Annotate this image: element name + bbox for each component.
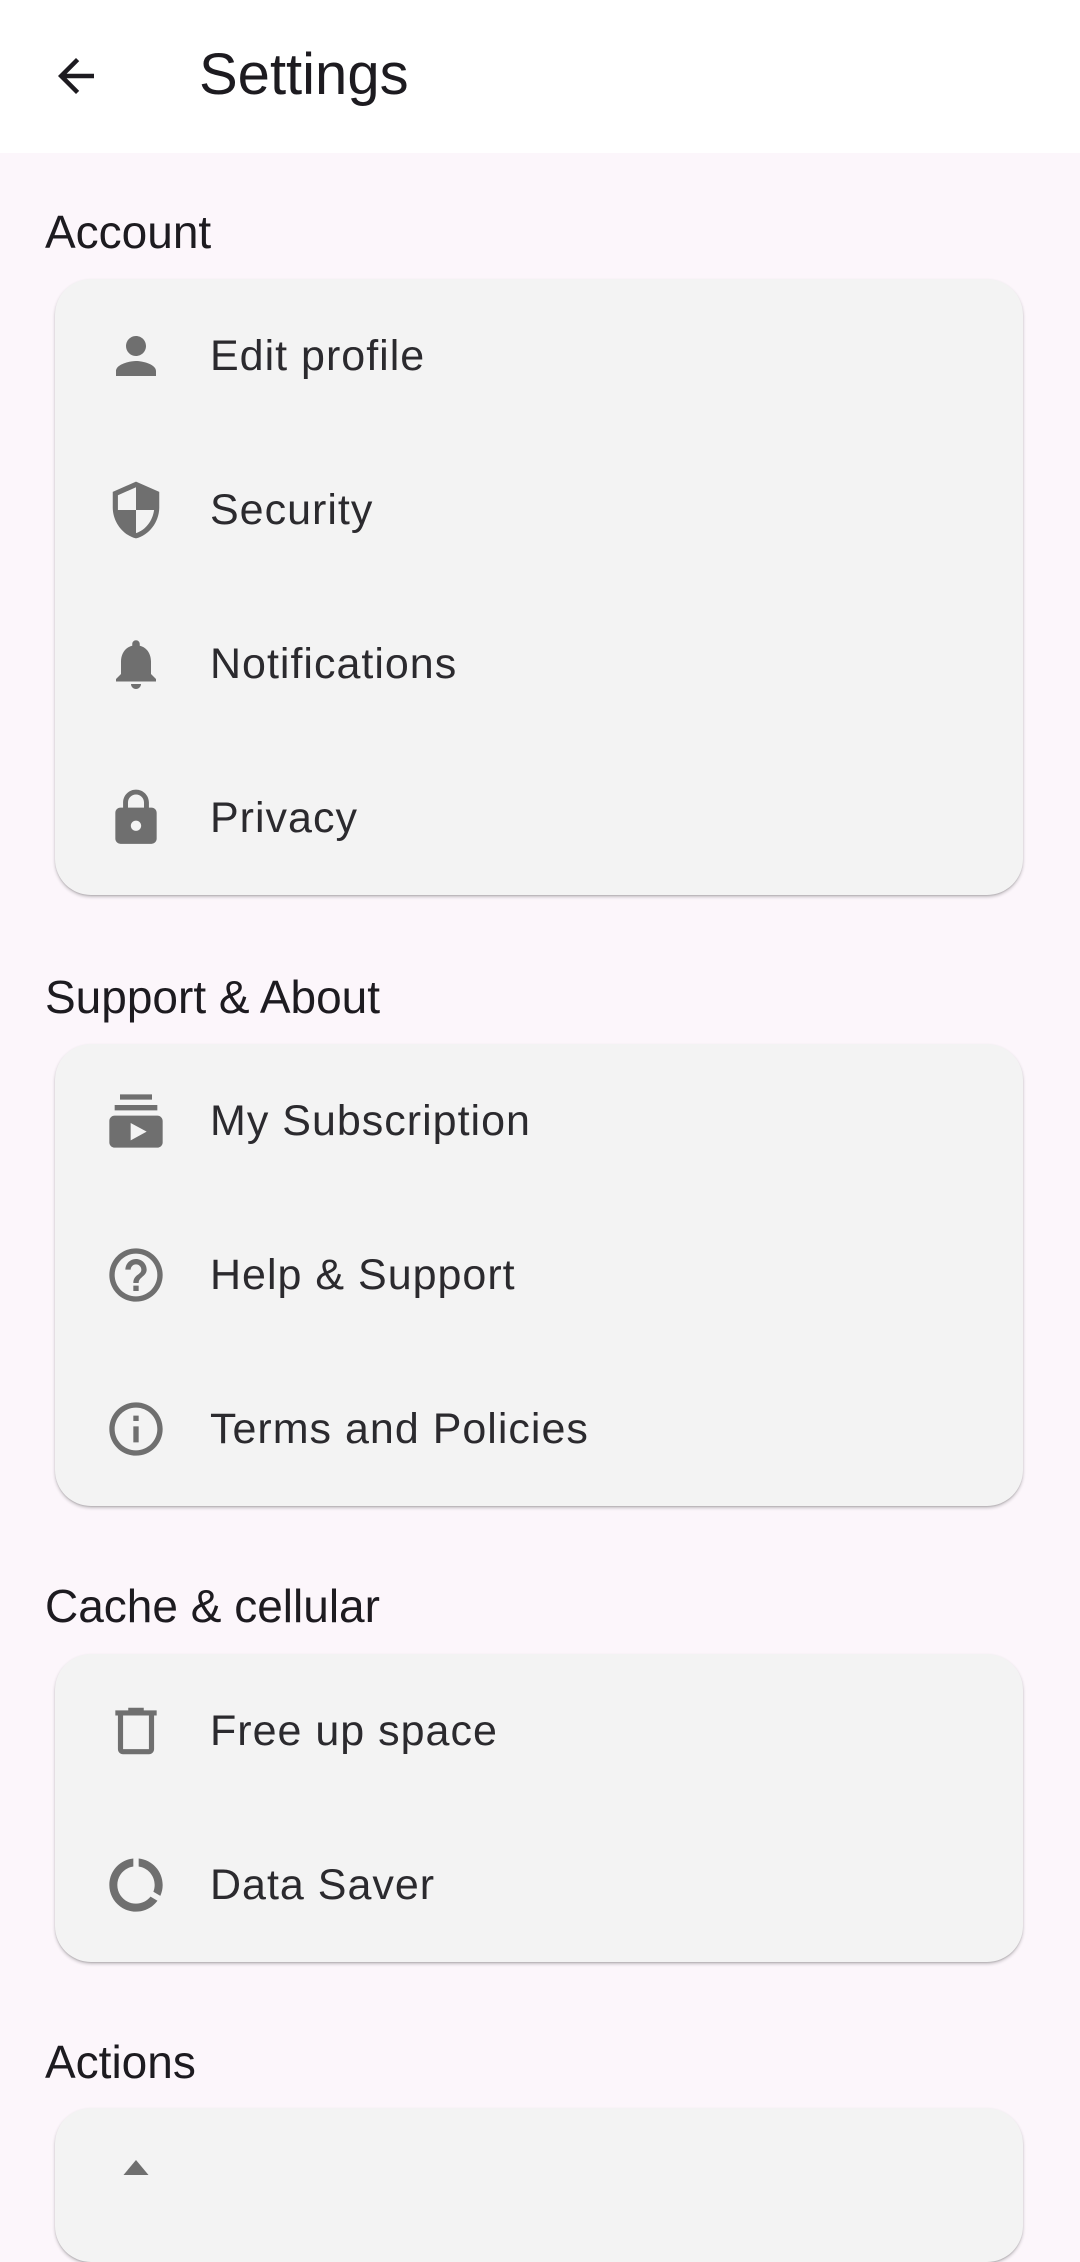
bell-icon (103, 631, 169, 697)
data-saver-icon (103, 1852, 169, 1918)
actions-card (55, 2108, 1023, 2262)
settings-item-label: Privacy (210, 793, 358, 842)
section-title-account: Account (45, 206, 212, 258)
settings-item-terms-policies[interactable]: Terms and Policies (55, 1352, 1023, 1506)
section-title-cache-cellular: Cache & cellular (45, 1580, 380, 1632)
settings-item-label: Security (210, 485, 374, 534)
settings-item-label: Free up space (210, 1706, 498, 1755)
section-title-actions: Actions (45, 2036, 196, 2088)
partial-icon (103, 2152, 169, 2218)
arrow-back-icon (58, 58, 94, 94)
account-card: Edit profile Security Notifications Priv… (55, 279, 1023, 895)
section-title-support-about: Support & About (45, 971, 381, 1023)
settings-item-label: Notifications (210, 639, 458, 688)
settings-item-edit-profile[interactable]: Edit profile (55, 279, 1023, 433)
shield-icon (103, 477, 169, 543)
settings-item-action-partial[interactable] (55, 2108, 1023, 2262)
settings-item-notifications[interactable]: Notifications (55, 587, 1023, 741)
cache-card: Free up space Data Saver (55, 1654, 1023, 1962)
trash-icon (103, 1698, 169, 1764)
settings-item-help-support[interactable]: Help & Support (55, 1198, 1023, 1352)
settings-item-label: My Subscription (210, 1096, 531, 1145)
settings-item-label: Terms and Policies (210, 1404, 589, 1453)
settings-item-privacy[interactable]: Privacy (55, 741, 1023, 895)
page-title: Settings (199, 42, 409, 107)
settings-item-free-up-space[interactable]: Free up space (55, 1654, 1023, 1808)
help-circle-icon (103, 1242, 169, 1308)
info-circle-icon (103, 1396, 169, 1462)
back-button[interactable] (36, 36, 116, 116)
settings-item-security[interactable]: Security (55, 433, 1023, 587)
settings-item-label: Help & Support (210, 1250, 516, 1299)
support-card: My Subscription Help & Support Terms and… (55, 1044, 1023, 1506)
app-bar: Settings (0, 0, 1080, 153)
settings-item-data-saver[interactable]: Data Saver (55, 1808, 1023, 1962)
person-icon (103, 323, 169, 389)
settings-item-label: Edit profile (210, 331, 426, 380)
lock-icon (103, 785, 169, 851)
settings-item-my-subscription[interactable]: My Subscription (55, 1044, 1023, 1198)
subscriptions-icon (103, 1088, 169, 1154)
settings-item-label: Data Saver (210, 1860, 436, 1909)
